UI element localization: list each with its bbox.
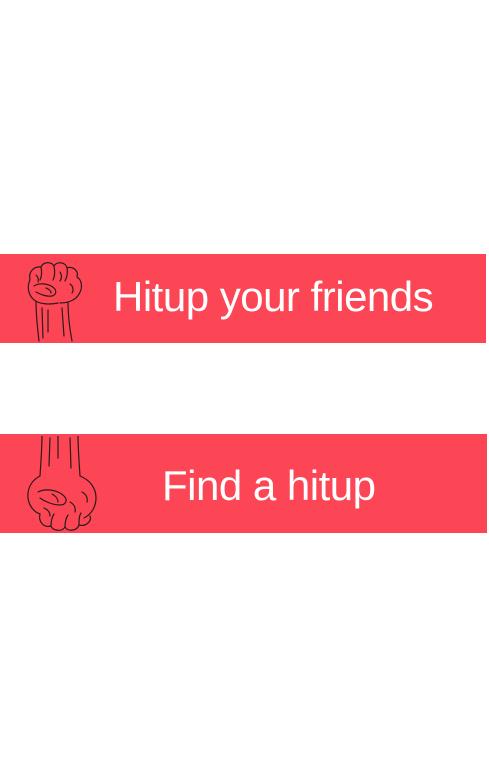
find-a-hitup-label: Find a hitup xyxy=(162,462,376,509)
raised-fist-icon xyxy=(24,258,86,342)
hitup-your-friends-label: Hitup your friends xyxy=(113,273,434,320)
lowered-fist-icon xyxy=(24,436,102,532)
hitup-your-friends-button[interactable]: Hitup your friends xyxy=(0,254,486,343)
find-a-hitup-button[interactable]: Find a hitup xyxy=(0,434,487,533)
